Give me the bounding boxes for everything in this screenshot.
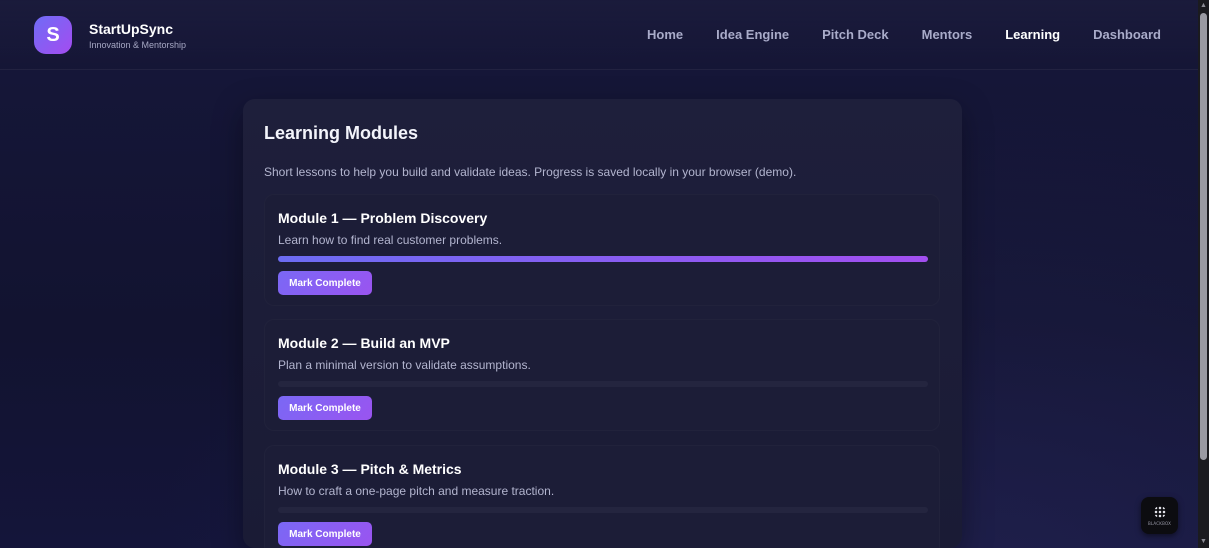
scrollbar-thumb[interactable] bbox=[1200, 13, 1207, 460]
module-description: How to craft a one-page pitch and measur… bbox=[278, 484, 555, 498]
nav-learning[interactable]: Learning bbox=[1005, 27, 1060, 42]
brand[interactable]: S StartUpSync Innovation & Mentorship bbox=[34, 16, 186, 54]
scroll-down-arrow-icon[interactable]: ▼ bbox=[1200, 537, 1207, 547]
brand-logo[interactable]: S bbox=[34, 16, 72, 54]
module-card-1: Module 1 — Problem Discovery Learn how t… bbox=[264, 194, 940, 306]
nav-home[interactable]: Home bbox=[647, 27, 683, 42]
scroll-up-arrow-icon[interactable]: ▲ bbox=[1200, 1, 1207, 11]
widget-label: BLACKBOX bbox=[1147, 520, 1172, 526]
module-description: Plan a minimal version to validate assum… bbox=[278, 358, 531, 372]
brand-text: StartUpSync Innovation & Mentorship bbox=[89, 21, 186, 50]
blackbox-widget-button[interactable]: BLACKBOX bbox=[1141, 497, 1178, 534]
page-title: Learning Modules bbox=[264, 123, 419, 143]
module-title: Module 2 — Build an MVP bbox=[278, 335, 450, 351]
nav-dashboard[interactable]: Dashboard bbox=[1093, 27, 1161, 42]
page-intro: Short lessons to help you build and vali… bbox=[264, 165, 797, 179]
vertical-scrollbar[interactable]: ▲ ▼ bbox=[1198, 0, 1209, 548]
brand-tagline: Innovation & Mentorship bbox=[89, 39, 187, 50]
module-progress-bar bbox=[278, 256, 928, 262]
module-title: Module 3 — Pitch & Metrics bbox=[278, 461, 462, 477]
module-progress-bar bbox=[278, 507, 928, 513]
main-nav: Home Idea Engine Pitch Deck Mentors Lear… bbox=[614, 27, 1161, 42]
mark-complete-button[interactable]: Mark Complete bbox=[278, 396, 372, 420]
module-title: Module 1 — Problem Discovery bbox=[278, 210, 488, 226]
module-card-2: Module 2 — Build an MVP Plan a minimal v… bbox=[264, 319, 940, 431]
module-description: Learn how to find real customer problems… bbox=[278, 233, 503, 247]
top-navigation-bar: S StartUpSync Innovation & Mentorship Ho… bbox=[0, 0, 1198, 70]
module-card-3: Module 3 — Pitch & Metrics How to craft … bbox=[264, 445, 940, 548]
mark-complete-button[interactable]: Mark Complete bbox=[278, 271, 372, 295]
nav-mentors[interactable]: Mentors bbox=[922, 27, 973, 42]
nav-pitch-deck[interactable]: Pitch Deck bbox=[822, 27, 888, 42]
module-progress-bar bbox=[278, 381, 928, 387]
learning-modules-card: Learning Modules Short lessons to help y… bbox=[243, 99, 962, 548]
mark-complete-button[interactable]: Mark Complete bbox=[278, 522, 372, 546]
brand-name: StartUpSync bbox=[89, 20, 174, 37]
dot-grid-icon bbox=[1153, 505, 1166, 518]
module-progress-fill bbox=[278, 256, 928, 262]
nav-idea-engine[interactable]: Idea Engine bbox=[716, 27, 789, 42]
